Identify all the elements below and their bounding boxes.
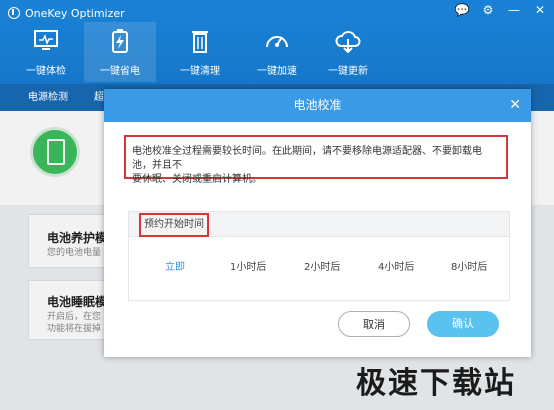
- nav-item-power-save[interactable]: 一键省电: [84, 22, 156, 82]
- confirm-button[interactable]: 确认: [427, 311, 499, 337]
- trash-icon: [192, 31, 208, 53]
- nav-label: 一键体检: [26, 66, 66, 77]
- option-now[interactable]: 立即: [165, 258, 185, 273]
- schedule-label: 预约开始时间: [139, 213, 209, 237]
- nav-item-speedup[interactable]: 一键加速: [241, 22, 313, 82]
- window-controls: 💬 ⚙ — ✕: [454, 3, 548, 17]
- calibration-notice: 电池校准全过程需要较长时间。在此期间，请不要移除电源适配器、不要卸载电池，并且不…: [124, 135, 508, 185]
- close-icon[interactable]: ✕: [532, 3, 548, 17]
- speedometer-icon: [266, 36, 288, 48]
- tab-power-detect[interactable]: 电源检测: [28, 84, 68, 111]
- watermark-text: 极速下载站: [356, 366, 516, 401]
- nav-label: 一键更新: [328, 66, 368, 77]
- dialog-title: 电池校准: [293, 98, 342, 112]
- battery-calibration-dialog: 电池校准 ✕ 电池校准全过程需要较长时间。在此期间，请不要移除电源适配器、不要卸…: [104, 89, 531, 357]
- minimize-icon[interactable]: —: [506, 3, 522, 17]
- option-8h[interactable]: 8小时后: [451, 258, 487, 273]
- app-logo-icon: [8, 7, 20, 19]
- main-nav: 一键体检 一键省电 一键清理 一键加速 一键更新: [0, 22, 554, 84]
- dialog-header: 电池校准 ✕: [104, 89, 531, 122]
- option-2h[interactable]: 2小时后: [304, 258, 340, 273]
- chat-icon[interactable]: 💬: [454, 3, 470, 17]
- monitor-icon: [34, 30, 58, 50]
- cancel-button[interactable]: 取消: [338, 311, 410, 337]
- nav-label: 一键省电: [100, 66, 140, 77]
- schedule-header: 预约开始时间: [129, 212, 509, 237]
- tab-partial[interactable]: 超: [94, 84, 104, 111]
- battery-charge-icon: [112, 29, 128, 53]
- notice-line: 电池校准全过程需要较长时间。在此期间，请不要移除电源适配器、不要卸载电池，并且不: [132, 146, 482, 171]
- nav-label: 一键加速: [257, 66, 297, 77]
- nav-item-update[interactable]: 一键更新: [312, 22, 384, 82]
- title-bar: OneKey Optimizer 💬 ⚙ — ✕ 一键体检 一键省电 一键清理 …: [0, 0, 554, 84]
- nav-item-checkup[interactable]: 一键体检: [10, 22, 82, 82]
- app-title-text: OneKey Optimizer: [25, 6, 125, 20]
- nav-label: 一键清理: [180, 66, 220, 77]
- option-4h[interactable]: 4小时后: [378, 258, 414, 273]
- cloud-download-icon: [335, 31, 361, 54]
- schedule-panel: 预约开始时间 立即 1小时后 2小时后 4小时后 8小时后: [128, 211, 510, 301]
- nav-item-clean[interactable]: 一键清理: [164, 22, 236, 82]
- close-icon[interactable]: ✕: [509, 89, 521, 122]
- gear-icon[interactable]: ⚙: [480, 3, 496, 17]
- app-title: OneKey Optimizer: [8, 4, 125, 22]
- notice-line: 要休眠、关闭或重启计算机。: [132, 174, 262, 185]
- option-1h[interactable]: 1小时后: [230, 258, 266, 273]
